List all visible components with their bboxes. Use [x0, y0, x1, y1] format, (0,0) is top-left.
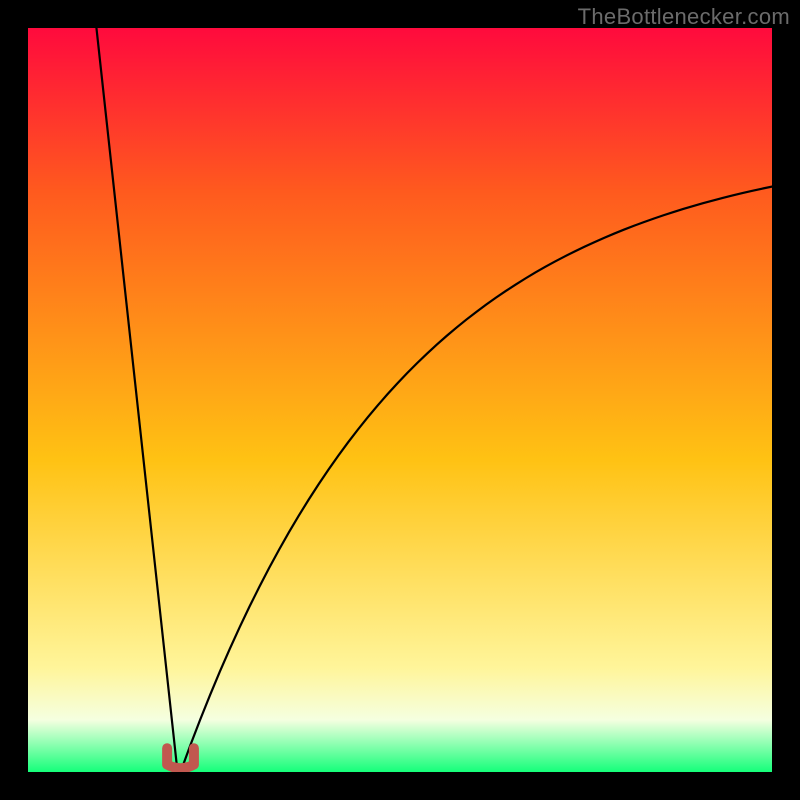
- attribution-label: TheBottlenecker.com: [578, 4, 790, 30]
- bottleneck-chart: [28, 28, 772, 772]
- gradient-background: [28, 28, 772, 772]
- chart-frame: TheBottlenecker.com: [0, 0, 800, 800]
